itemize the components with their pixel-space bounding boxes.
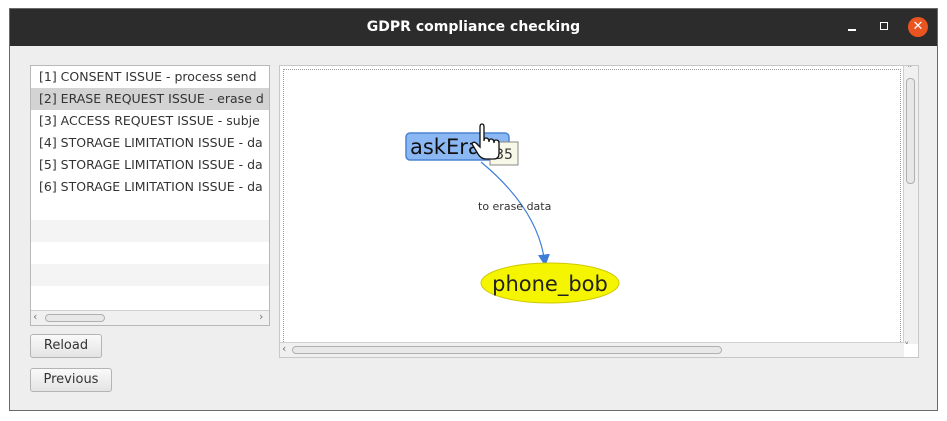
list-item[interactable]: [6] STORAGE LIMITATION ISSUE - da	[31, 176, 269, 198]
list-item[interactable]: [1] CONSENT ISSUE - process send	[31, 66, 269, 88]
list-item[interactable]: [2] ERASE REQUEST ISSUE - erase d	[31, 88, 269, 110]
graph-vertical-scrollbar[interactable]: ˄	[903, 66, 918, 344]
scroll-left-icon[interactable]: ‹	[33, 310, 37, 323]
list-horizontal-scrollbar[interactable]: ‹ ›	[31, 310, 269, 325]
minimize-icon	[848, 29, 856, 31]
target-node-label: phone_bob	[492, 272, 608, 297]
scroll-thumb[interactable]	[292, 346, 722, 354]
title-bar: GDPR compliance checking ✕	[10, 9, 937, 46]
scroll-up-icon[interactable]: ˄	[907, 66, 913, 76]
scroll-left-icon[interactable]: ‹	[282, 342, 286, 355]
empty-row	[31, 220, 269, 242]
graph-canvas[interactable]: to erase data askEra phone_bob 35	[283, 69, 901, 344]
window-title: GDPR compliance checking	[366, 19, 581, 35]
scroll-thumb[interactable]	[45, 314, 105, 322]
maximize-button[interactable]	[875, 17, 895, 37]
empty-row	[31, 264, 269, 286]
edge-label: to erase data	[478, 200, 551, 213]
minimize-button[interactable]	[842, 17, 862, 37]
list-item[interactable]: [4] STORAGE LIMITATION ISSUE - da	[31, 132, 269, 154]
close-icon: ✕	[912, 19, 924, 34]
target-node[interactable]: phone_bob	[480, 262, 620, 304]
scroll-thumb[interactable]	[906, 78, 915, 184]
issue-list[interactable]: [1] CONSENT ISSUE - process send [2] ERA…	[30, 65, 270, 326]
reload-button[interactable]: Reload	[30, 334, 102, 358]
maximize-icon	[880, 22, 888, 30]
graph-horizontal-scrollbar[interactable]: ‹	[280, 342, 904, 357]
scroll-right-icon[interactable]: ›	[259, 310, 263, 323]
close-button[interactable]: ✕	[908, 17, 928, 37]
list-item[interactable]: [3] ACCESS REQUEST ISSUE - subje	[31, 110, 269, 132]
list-item[interactable]: [5] STORAGE LIMITATION ISSUE - da	[31, 154, 269, 176]
graph-svg: to erase data askEra phone_bob 35	[405, 123, 620, 304]
graph-edge[interactable]	[480, 161, 550, 267]
scroll-down-icon[interactable]: ˅	[904, 340, 910, 353]
previous-button[interactable]: Previous	[30, 368, 112, 392]
source-node-label: askEra	[410, 135, 481, 159]
graph-view[interactable]: to erase data askEra phone_bob 35 ˄ ‹ ˅	[279, 65, 919, 358]
app-window: GDPR compliance checking ✕ [1] CONSENT I…	[9, 8, 938, 411]
